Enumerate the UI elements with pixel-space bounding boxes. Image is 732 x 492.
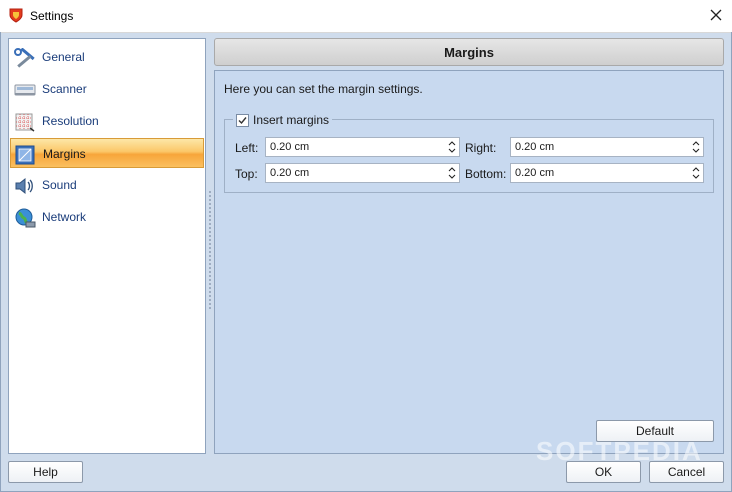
spin-up-down-icon[interactable] — [447, 166, 457, 180]
splitter-handle[interactable] — [208, 190, 212, 310]
spin-up-down-icon[interactable] — [447, 140, 457, 154]
sidebar-item-network[interactable]: Network — [10, 202, 204, 232]
help-button[interactable]: Help — [8, 461, 83, 483]
panel-title: Margins — [214, 38, 724, 66]
top-margin-value: 0.20 cm — [270, 167, 310, 179]
ok-button[interactable]: OK — [566, 461, 641, 483]
app-shield-icon — [8, 7, 24, 23]
scanner-icon — [14, 80, 36, 100]
close-icon — [710, 9, 722, 24]
insert-margins-group: Insert margins Left: 0.20 cm Right: 0.20… — [224, 111, 714, 193]
cancel-button[interactable]: Cancel — [649, 461, 724, 483]
spin-up-down-icon[interactable] — [691, 140, 701, 154]
speaker-icon — [14, 176, 36, 196]
right-margin-label: Right: — [465, 141, 497, 155]
margins-panel: Here you can set the margin settings. In… — [214, 70, 724, 454]
sidebar-item-label: General — [42, 50, 85, 64]
sidebar-item-label: Sound — [42, 178, 77, 192]
bottom-margin-spinbox[interactable]: 0.20 cm — [510, 163, 704, 183]
sidebar-item-general[interactable]: General — [10, 42, 204, 72]
sidebar-item-label: Margins — [43, 147, 86, 161]
window-title: Settings — [30, 9, 74, 23]
top-margin-label: Top: — [235, 167, 258, 181]
left-margin-spinbox[interactable]: 0.20 cm — [265, 137, 460, 157]
tools-icon — [14, 47, 36, 68]
network-globe-icon — [14, 208, 36, 228]
insert-margins-toggle[interactable]: Insert margins — [233, 111, 333, 129]
sidebar-item-label: Resolution — [42, 114, 99, 128]
margins-icon — [15, 145, 37, 165]
checkmark-icon — [238, 116, 247, 124]
close-button[interactable] — [700, 0, 732, 32]
resolution-grid-icon — [14, 112, 36, 132]
right-margin-spinbox[interactable]: 0.20 cm — [510, 137, 704, 157]
right-margin-value: 0.20 cm — [515, 141, 555, 153]
insert-margins-checkbox[interactable] — [236, 113, 249, 127]
top-margin-spinbox[interactable]: 0.20 cm — [265, 163, 460, 183]
sidebar-item-label: Network — [42, 210, 87, 224]
left-margin-value: 0.20 cm — [270, 141, 310, 153]
spin-up-down-icon[interactable] — [691, 166, 701, 180]
bottom-margin-value: 0.20 cm — [515, 167, 555, 179]
panel-description: Here you can set the margin settings. — [224, 82, 423, 96]
sidebar-item-margins[interactable]: Margins — [10, 138, 204, 168]
default-button[interactable]: Default — [596, 420, 714, 442]
insert-margins-label: Insert margins — [253, 113, 330, 127]
settings-category-list[interactable]: General Scanner Resolution Margins Sound… — [8, 38, 206, 454]
title-bar: Settings — [0, 0, 732, 33]
left-margin-label: Left: — [235, 141, 259, 155]
sidebar-item-label: Scanner — [42, 82, 87, 96]
sidebar-item-resolution[interactable]: Resolution — [10, 106, 204, 136]
bottom-margin-label: Bottom: — [465, 167, 507, 181]
sidebar-item-scanner[interactable]: Scanner — [10, 74, 204, 104]
sidebar-item-sound[interactable]: Sound — [10, 170, 204, 200]
